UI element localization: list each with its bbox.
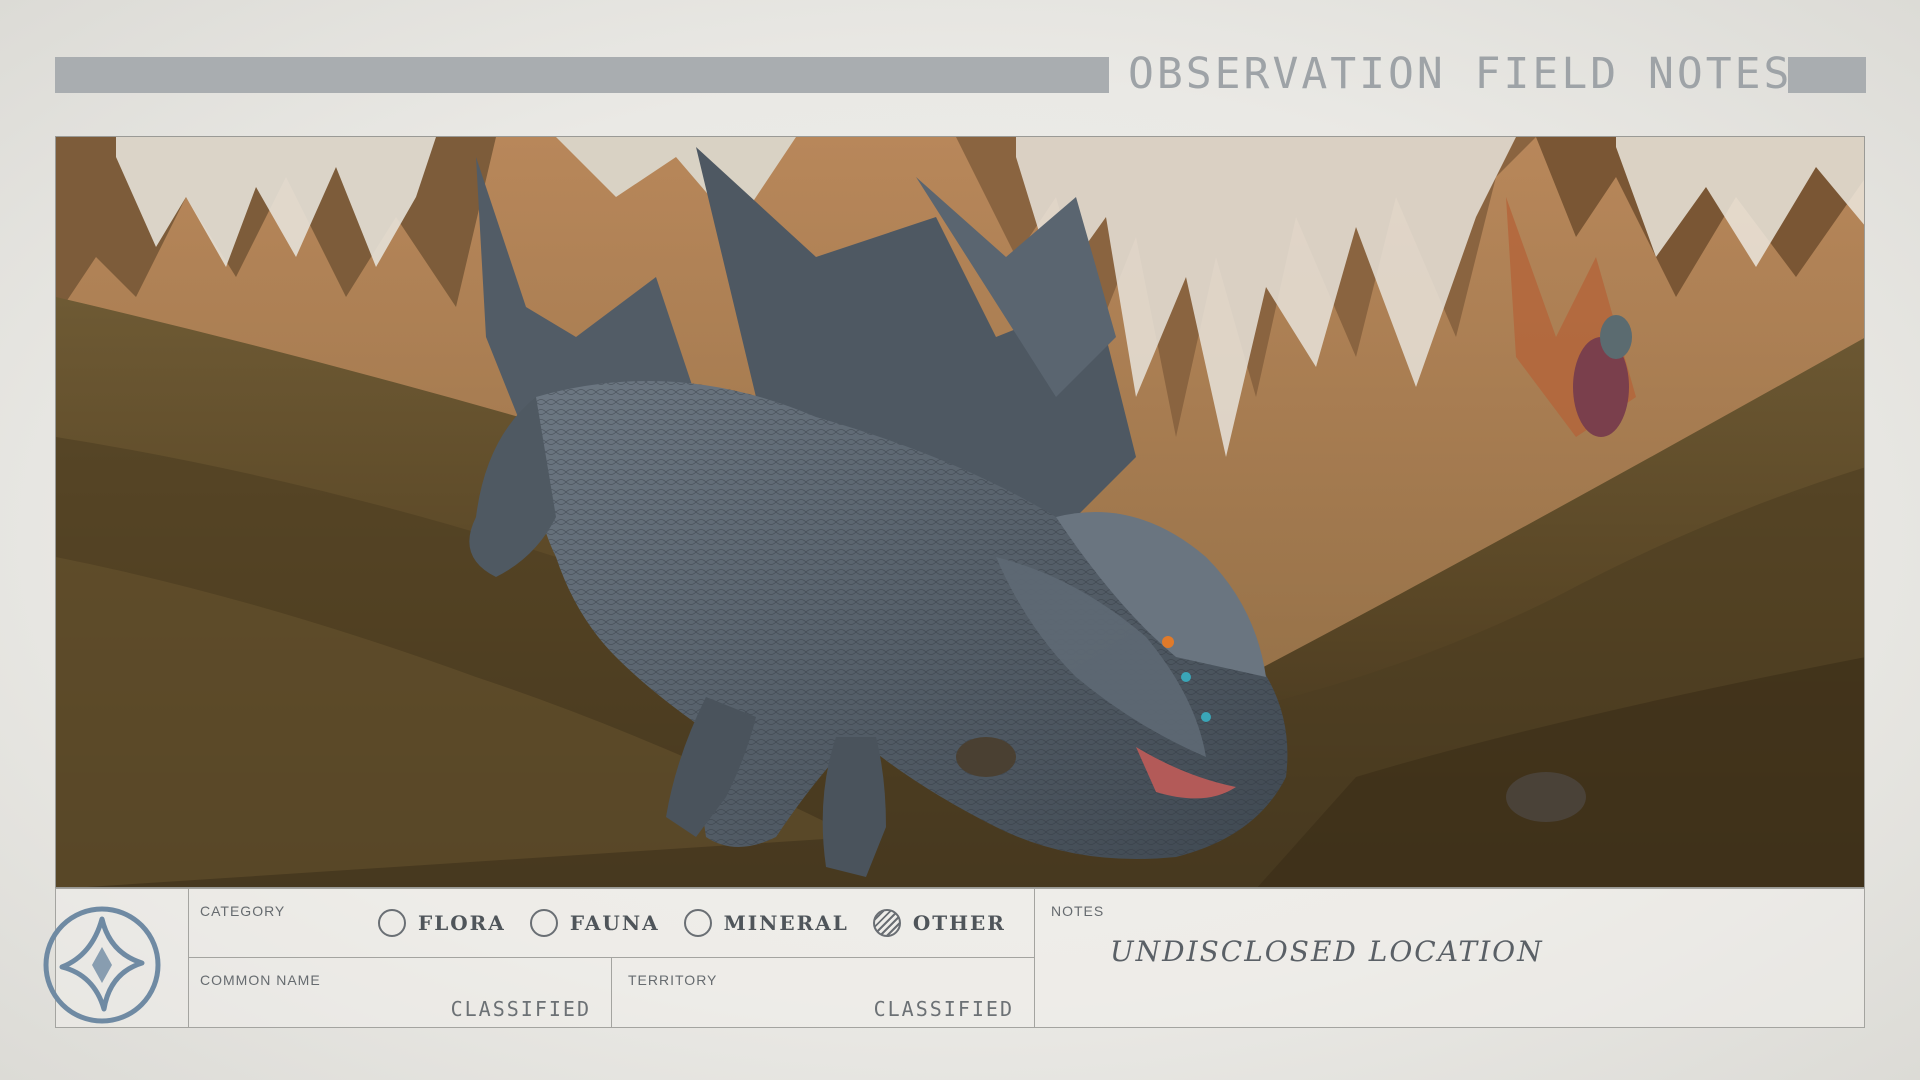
creature-photo-illustration xyxy=(56,137,1864,887)
radio-flora[interactable] xyxy=(378,909,406,937)
header-bar-right xyxy=(1788,57,1866,93)
notes-value: UNDISCLOSED LOCATION xyxy=(1110,935,1544,968)
territory-label: TERRITORY xyxy=(628,972,718,988)
category-options: FLORA FAUNA MINERAL OTHER xyxy=(378,909,1030,937)
option-other[interactable]: OTHER xyxy=(872,909,1006,937)
category-field: CATEGORY FLORA FAUNA MINERAL OTHER xyxy=(188,889,1035,958)
option-fauna-label: FAUNA xyxy=(569,911,660,935)
notes-label: NOTES xyxy=(1051,903,1105,919)
field-notes-card: OBSERVATION FIELD NOTES CATEGORY FLORA F… xyxy=(0,0,1920,1080)
territory-field: TERRITORY CLASSIFIED xyxy=(612,958,1035,1027)
observation-photo xyxy=(55,136,1865,888)
option-mineral-label: MINERAL xyxy=(723,911,849,935)
common-name-field: COMMON NAME CLASSIFIED xyxy=(188,958,612,1027)
option-flora[interactable]: FLORA xyxy=(378,909,506,937)
star-compass-icon xyxy=(43,906,161,1024)
territory-value: CLASSIFIED xyxy=(873,997,1014,1021)
category-label: CATEGORY xyxy=(200,903,286,919)
option-other-label: OTHER xyxy=(912,911,1006,935)
radio-fauna[interactable] xyxy=(529,909,558,937)
common-name-value: CLASSIFIED xyxy=(450,997,591,1021)
page-title: OBSERVATION FIELD NOTES xyxy=(1128,49,1793,99)
radio-mineral[interactable] xyxy=(683,909,712,937)
notes-field: NOTES UNDISCLOSED LOCATION xyxy=(1035,889,1864,1027)
common-name-label: COMMON NAME xyxy=(200,972,321,988)
option-flora-label: FLORA xyxy=(418,911,506,935)
field-notes-form: CATEGORY FLORA FAUNA MINERAL OTHER COMMO… xyxy=(43,888,1865,1028)
header-bar-left xyxy=(55,57,1109,93)
radio-other[interactable] xyxy=(872,909,901,937)
option-fauna[interactable]: FAUNA xyxy=(529,909,660,937)
emblem-cell xyxy=(43,889,189,1027)
option-mineral[interactable]: MINERAL xyxy=(683,909,849,937)
